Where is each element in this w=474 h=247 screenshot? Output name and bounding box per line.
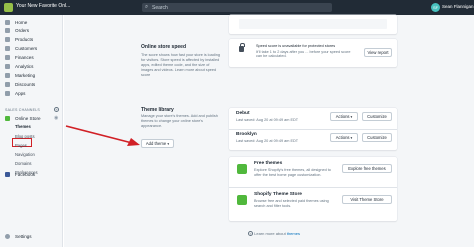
sidebar-item-analytics[interactable]: Analytics [0,63,63,71]
facebook-icon [5,172,10,177]
actions-label: Actions [335,114,350,119]
store-name[interactable]: Your New Favorite Onl... [16,3,70,9]
sidebar-item-home[interactable]: Home [0,19,63,27]
analytics-icon [5,64,10,69]
arrow-shaft [65,125,133,144]
finances-icon [5,55,10,60]
current-theme-card [229,15,397,34]
sidebar-item-orders[interactable]: Orders [0,27,63,35]
sidebar-item-label: Facebook [15,172,36,177]
theme-saved-date: Last saved: Aug 20 at 09:49 am EDT [236,139,299,143]
speed-notice-title: Speed score is unavailable for protected… [256,44,336,48]
shopify-admin-window: Your New Favorite Onl... ⌕ SF Sean Flann… [0,0,474,247]
user-name[interactable]: Sean Flannigan [442,4,474,9]
theme-name: Debut [236,111,250,116]
actions-label: Actions [335,135,350,140]
online-store-icon [5,116,10,121]
free-themes-description: Explore Shopify's free themes, all desig… [254,168,331,177]
sidebar-item-settings[interactable]: Settings [0,233,63,241]
theme-name: Brooklyn [236,132,257,137]
customers-icon [5,46,10,51]
sidebar-item-customers[interactable]: Customers [0,45,63,53]
themes-link[interactable]: themes [287,231,300,236]
search-bar[interactable]: ⌕ [142,3,332,12]
row-divider [229,129,397,130]
theme-list-card: Debut Last saved: Aug 20 at 09:49 am EDT… [229,108,397,150]
gear-icon [5,234,10,239]
sidebar-item-label: Analytics [15,64,34,69]
theme-library-title: Theme library [141,107,174,113]
home-icon [5,20,10,25]
visit-theme-store-button[interactable]: Visit Theme Store [342,195,392,204]
speed-section-description: The score shows how fast your store is l… [141,53,220,77]
row-divider [229,187,397,188]
sidebar-subitem-themes[interactable]: Themes [15,124,31,129]
add-theme-button[interactable]: Add theme ▾ [141,139,174,148]
add-sales-channel-icon[interactable]: + [54,107,59,112]
speed-card: Speed score is unavailable for protected… [229,39,397,67]
sidebar-item-label: Products [15,37,34,42]
sidebar-subitem-domains[interactable]: Domains [15,161,32,166]
sidebar-item-label: Online Store [15,116,41,121]
apps-icon [5,91,10,96]
sidebar-item-products[interactable]: Products [0,36,63,44]
theme-saved-date: Last saved: Aug 20 at 09:49 am EDT [236,118,299,122]
footer-help: ? Learn more about themes [248,231,300,237]
sidebar-subitem-blog-posts[interactable]: Blog posts [15,134,35,139]
free-themes-title: Free themes [254,161,283,166]
sidebar-item-label: Customers [15,46,38,51]
lock-icon [239,43,245,52]
shopping-bag-icon [237,195,247,205]
products-icon [5,37,10,42]
chevron-down-icon: ▾ [349,115,353,119]
theme-store-description: Browse free and selected paid themes usi… [254,199,329,208]
sidebar-item-label: Orders [15,28,30,33]
sidebar-item-label: Marketing [15,73,36,78]
chevron-down-icon: ▾ [167,142,170,146]
customize-button[interactable]: Customize [362,133,392,142]
footer-text: Learn more about [254,231,286,236]
marketing-icon [5,73,10,78]
sidebar: Home Orders Products Customers Finances … [0,15,63,247]
sidebar-item-label: Home [15,20,28,25]
actions-button[interactable]: Actions ▾ [330,112,358,121]
sidebar-item-label: Apps [15,91,26,96]
add-theme-label: Add theme [145,141,167,146]
discounts-icon [5,82,10,87]
annotation-arrow [65,125,140,146]
chevron-down-icon: ▾ [349,136,353,140]
sidebar-subitem-navigation[interactable]: Navigation [15,152,35,157]
sidebar-subitem-pages[interactable]: Pages [15,143,27,148]
top-bar: Your New Favorite Onl... ⌕ SF Sean Flann… [0,0,474,15]
sidebar-item-apps[interactable]: Apps [0,90,63,98]
search-icon: ⌕ [145,4,149,10]
sidebar-item-marketing[interactable]: Marketing [0,72,63,80]
customize-button[interactable]: Customize [362,112,392,121]
eye-icon[interactable]: ◉ [54,115,58,121]
theme-library-description: Manage your store's themes. Add and publ… [141,114,218,128]
theme-preview [239,19,387,29]
sidebar-item-label: Discounts [15,82,36,87]
sidebar-item-label: Settings [15,234,32,239]
theme-store-title: Shopify Theme Store [254,192,302,197]
speed-section-title: Online store speed [141,44,187,50]
shopify-logo-icon[interactable] [4,3,13,12]
sidebar-item-facebook[interactable]: Facebook [0,171,63,179]
avatar[interactable]: SF [431,3,440,12]
sidebar-item-discounts[interactable]: Discounts [0,81,63,89]
orders-icon [5,28,10,33]
view-report-button[interactable]: View report [364,48,392,57]
search-input[interactable] [152,3,322,12]
actions-button[interactable]: Actions ▾ [330,133,358,142]
sales-channels-heading: SALES CHANNELS [5,108,40,112]
sidebar-item-label: Finances [15,55,34,60]
explore-themes-card: Free themes Explore Shopify's free theme… [229,157,397,221]
speed-notice-text: It'll take 1 to 2 days after you ... bef… [256,50,351,58]
explore-free-themes-button[interactable]: Explore free themes [342,164,392,173]
free-themes-icon [237,164,247,174]
sidebar-item-finances[interactable]: Finances [0,54,63,62]
help-icon: ? [248,231,253,237]
